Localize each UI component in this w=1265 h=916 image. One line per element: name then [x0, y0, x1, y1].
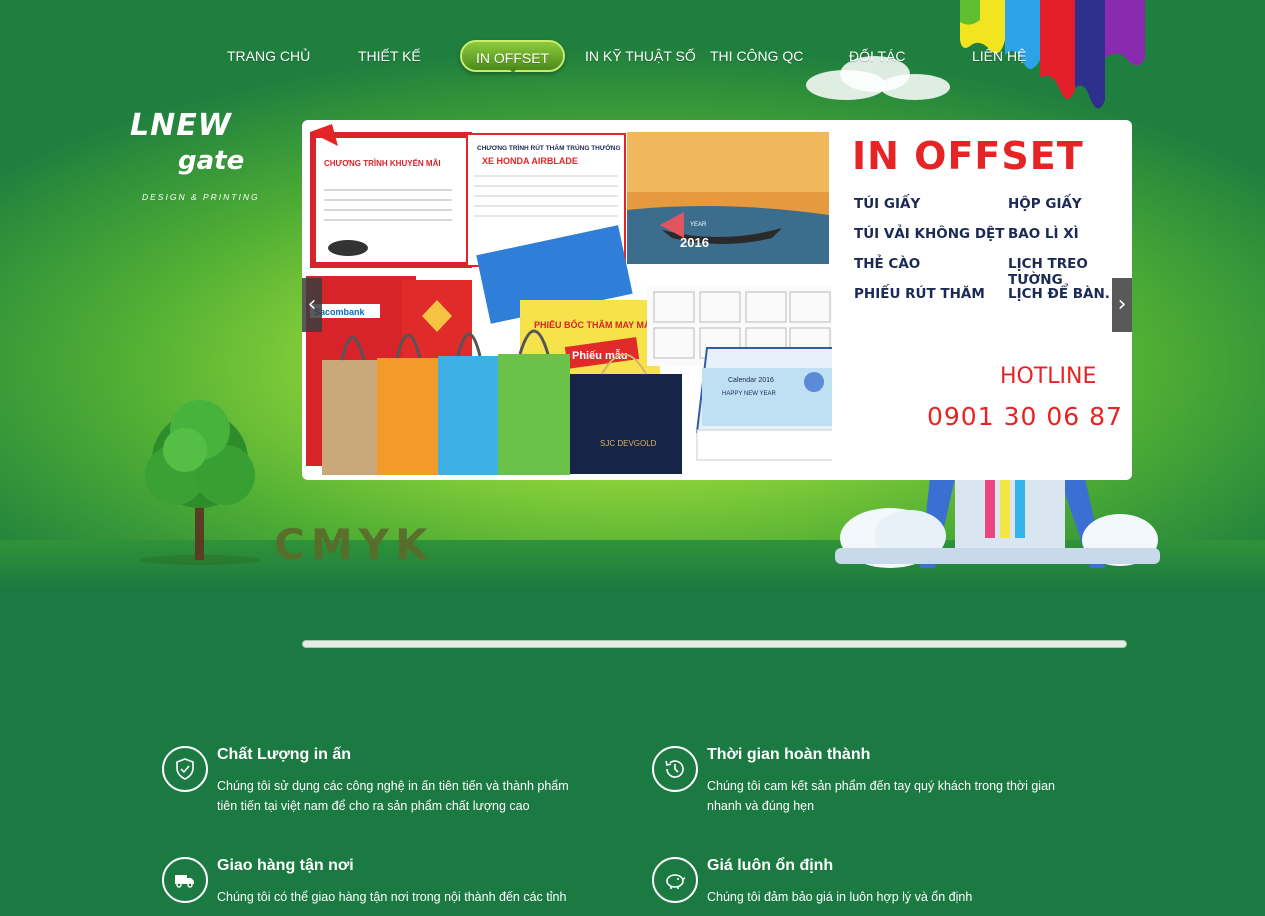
slider-progress-bar: [302, 640, 1127, 648]
cloud-decoration: [880, 74, 950, 100]
nav-item-doi-tac[interactable]: ĐỐI TÁC: [849, 40, 906, 72]
year-text: 2016: [680, 235, 709, 250]
service-label: LỊCH ĐỂ BÀN.: [1008, 286, 1110, 302]
feature-delivery-time: Thời gian hoàn thành Chúng tôi cam kết s…: [652, 746, 1072, 826]
shield-check-icon: [162, 746, 208, 792]
site-logo[interactable]: LNEW gate DESIGN & PRINTING: [130, 108, 270, 208]
main-nav: TRANG CHỦ THIẾT KẾ IN OFFSET IN KỸ THUẬT…: [0, 40, 1265, 76]
feature-shipping: Giao hàng tận nơi Chúng tôi có thể giao …: [162, 857, 582, 916]
chevron-right-icon: ›: [1117, 292, 1127, 317]
feature-description: Chúng tôi cam kết sản phẩm đến tay quý k…: [707, 779, 1055, 813]
draw-prize-text: XE HONDA AIRBLADE: [482, 156, 578, 166]
feature-description: Chúng tôi có thể giao hàng tận nơi trong…: [217, 890, 567, 904]
service-label: PHIẾU RÚT THĂM: [854, 286, 985, 302]
hotline-label: HOTLINE: [1000, 364, 1097, 389]
clock-history-icon: [652, 746, 698, 792]
cmyk-decoration: CMYK: [274, 520, 434, 569]
slide-title: IN OFFSET: [852, 134, 1084, 178]
feature-title: Giao hàng tận nơi: [217, 857, 354, 874]
printing-machine-illustration: [835, 478, 1160, 568]
calendar-sub-text: HAPPY NEW YEAR: [722, 391, 776, 397]
service-label: HỘP GIẤY: [1008, 196, 1082, 212]
draw-title-text: CHƯƠNG TRÌNH RÚT THĂM TRÚNG THƯỞNG: [477, 143, 621, 152]
tree-illustration: [140, 400, 260, 565]
feature-title: Thời gian hoàn thành: [707, 746, 871, 763]
logo-main-text: LNEW: [130, 108, 232, 143]
nav-item-in-offset[interactable]: IN OFFSET: [460, 40, 566, 73]
hotline-number[interactable]: 0901 30 06 87: [927, 402, 1123, 431]
nav-item-in-ky-thuat-so[interactable]: IN KỸ THUẬT SỐ: [585, 40, 696, 72]
feature-description: Chúng tôi sử dụng các công nghệ in ấn ti…: [217, 779, 569, 813]
service-label: TÚI GIẤY: [854, 196, 921, 212]
feature-description: Chúng tôi đảm bảo giá in luôn hợp lý và …: [707, 890, 973, 904]
nav-item-thi-cong-qc[interactable]: THI CÔNG QC: [710, 40, 803, 72]
slide-products-illustration: CHƯƠNG TRÌNH KHUYẾN MÃI CHƯƠNG TRÌNH RÚT…: [306, 124, 832, 475]
image-slider[interactable]: CHƯƠNG TRÌNH KHUYẾN MÃI CHƯƠNG TRÌNH RÚT…: [302, 120, 1132, 480]
bag-brand-text: SJC DEVGOLD: [600, 439, 657, 448]
service-label: TÚI VẢI KHÔNG DỆT: [854, 226, 1005, 242]
feature-quality: Chất Lượng in ấn Chúng tôi sử dụng các c…: [162, 746, 582, 826]
nav-item-trang-chu[interactable]: TRANG CHỦ: [227, 40, 310, 72]
promo-title-text: CHƯƠNG TRÌNH KHUYẾN MÃI: [324, 158, 441, 168]
service-label: BAO LÌ XÌ: [1008, 226, 1079, 242]
logo-sub-text: gate: [178, 146, 245, 176]
year-label-text: YEAR: [690, 222, 707, 228]
truck-icon: [162, 857, 208, 903]
feature-title: Giá luôn ổn định: [707, 857, 834, 874]
slider-next-button[interactable]: ›: [1112, 278, 1132, 332]
chevron-left-icon: ‹: [307, 292, 317, 317]
slider-prev-button[interactable]: ‹: [302, 278, 322, 332]
scratch-title-text: PHIẾU BỐC THĂM MAY MẮN: [534, 319, 657, 330]
feature-title: Chất Lượng in ấn: [217, 746, 352, 763]
piggy-bank-icon: [652, 857, 698, 903]
calendar-title-text: Calendar 2016: [728, 377, 774, 384]
logo-tagline: DESIGN & PRINTING: [142, 192, 260, 202]
nav-item-lien-he[interactable]: LIÊN HỆ: [972, 40, 1026, 72]
service-label: THẺ CÀO: [854, 256, 921, 272]
nav-item-thiet-ke[interactable]: THIẾT KẾ: [358, 40, 421, 72]
feature-stable-price: Giá luôn ổn định Chúng tôi đảm bảo giá i…: [652, 857, 1072, 916]
